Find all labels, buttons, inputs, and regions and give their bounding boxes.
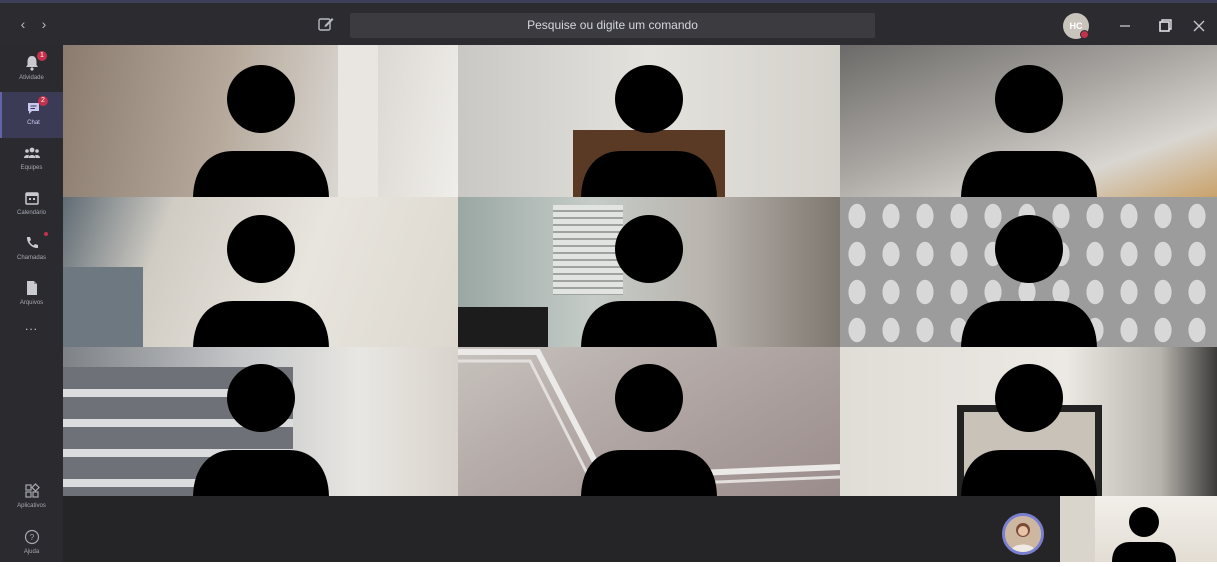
rail-item-label: Arquivos [19,300,44,306]
calls-dot-badge [44,232,48,236]
search-input[interactable]: Pesquise ou digite um comando [350,13,875,38]
person-silhouette-icon [192,65,329,197]
user-photo-icon [1005,516,1041,552]
chat-badge: 2 [38,96,48,106]
close-icon[interactable] [1186,13,1212,39]
self-avatar[interactable] [1002,513,1044,555]
phone-icon [26,237,38,249]
rail-item-calendar[interactable]: Calendário [0,182,63,228]
self-video-preview[interactable] [1060,496,1217,562]
rail-item-teams[interactable]: Equipes [0,137,63,183]
teams-window: ‹ › Pesquise ou digite um comando HC 1 A… [0,0,1217,562]
rail-item-label: Chamadas [16,255,46,261]
participant-video-tile[interactable] [63,45,458,197]
person-silhouette-icon [581,65,717,197]
participant-video-tile[interactable] [840,347,1217,496]
rail-item-label: Calendário [16,210,47,216]
participant-video-tile[interactable] [458,197,840,347]
participant-video-tile[interactable] [840,197,1217,347]
more-icon: ... [24,319,38,333]
teams-icon [24,147,40,158]
rail-item-label: Chat [27,120,40,126]
files-icon [27,281,37,295]
participant-video-tile[interactable] [458,347,840,496]
apps-icon [25,483,40,498]
person-silhouette-icon [192,215,329,347]
person-silhouette-icon [960,65,1097,197]
person-silhouette-icon [960,364,1097,496]
activity-badge: 1 [37,51,47,61]
title-bar: ‹ › Pesquise ou digite um comando HC [0,0,1217,45]
svg-text:?: ? [30,533,35,542]
rail-item-files[interactable]: Arquivos [0,272,63,318]
more-apps-button[interactable]: ... [0,313,63,339]
minimize-icon[interactable] [1112,13,1138,39]
person-silhouette-icon [581,215,717,347]
rail-item-label: Atividade [19,75,44,81]
rail-item-apps[interactable]: Aplicativos [0,475,63,521]
back-arrow-icon[interactable]: ‹ [16,16,30,32]
app-rail: 1 Atividade 2 Chat Equipes Calendário Ch… [0,45,63,562]
rail-item-help[interactable]: ? Ajuda [0,521,63,567]
rail-item-label: Ajuda [23,549,40,555]
participant-video-tile[interactable] [63,197,458,347]
participant-video-tile[interactable] [840,45,1217,197]
person-silhouette-icon [1112,507,1176,562]
rail-item-calls[interactable]: Chamadas [0,227,63,273]
compose-icon[interactable] [317,15,335,33]
rail-item-label: Equipes [20,165,43,171]
calendar-icon [25,192,39,205]
forward-arrow-icon[interactable]: › [37,16,51,32]
restore-icon[interactable] [1152,13,1178,39]
person-silhouette-icon [581,364,717,496]
rail-item-label: Aplicativos [17,503,46,509]
participant-video-tile[interactable] [63,347,458,496]
video-grid [63,45,1217,496]
person-silhouette-icon [960,215,1097,347]
user-avatar[interactable]: HC [1063,13,1089,39]
person-silhouette-icon [192,364,329,496]
help-icon: ? [24,529,40,545]
rail-item-activity[interactable]: 1 Atividade [0,47,63,93]
participant-video-tile[interactable] [458,45,840,197]
status-badge [1080,30,1089,39]
call-bottom-bar [63,496,1217,562]
rail-item-chat[interactable]: 2 Chat [0,92,63,138]
